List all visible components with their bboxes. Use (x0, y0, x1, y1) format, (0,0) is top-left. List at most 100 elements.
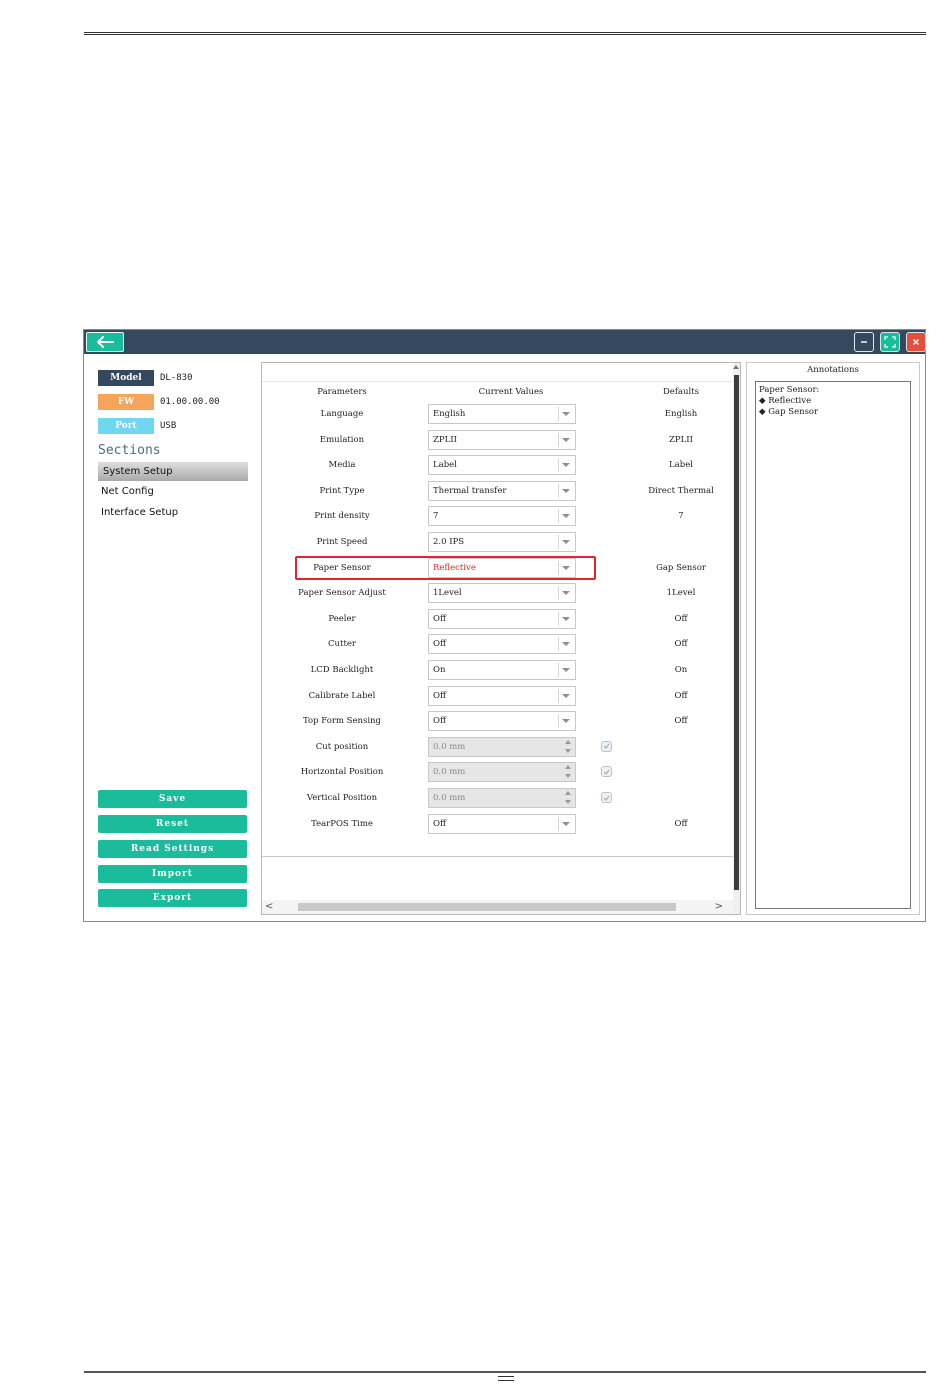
param-label: Cut position (315, 741, 369, 752)
dropdown-select[interactable]: English (428, 404, 576, 424)
import-button[interactable]: Import (98, 865, 247, 883)
spinbox[interactable]: 0.0 mm (428, 736, 576, 757)
dropdown-select[interactable]: 1Level (428, 583, 576, 604)
current-value: Thermal transfer (433, 485, 507, 496)
dropdown-divider (558, 714, 559, 729)
chevron-down-icon[interactable] (562, 437, 570, 442)
model-value: DL-830 (160, 373, 193, 383)
default-value: Off (674, 639, 688, 650)
spin-up-icon[interactable] (565, 739, 571, 744)
chevron-down-icon[interactable] (562, 821, 570, 826)
save-button[interactable]: Save (98, 790, 247, 808)
dropdown-select[interactable]: Off (428, 813, 576, 834)
footer-divider (262, 856, 733, 857)
spin-down-icon[interactable] (565, 748, 571, 753)
current-value: 2.0 IPS (433, 537, 465, 547)
spin-down-icon[interactable] (565, 800, 571, 804)
chevron-down-icon[interactable] (562, 540, 570, 544)
annotations-title: Annotations (807, 365, 859, 375)
param-label: TearPOS Time (311, 818, 373, 829)
page-footer-rule (84, 1371, 926, 1374)
current-value: Label (433, 460, 457, 471)
maximize-icon (884, 336, 896, 348)
dropdown-select[interactable]: On (428, 660, 576, 680)
fw-row: FW 01.00.00.00 (98, 394, 220, 410)
chevron-down-icon[interactable] (562, 719, 570, 724)
enable-checkbox[interactable] (601, 766, 612, 778)
param-label: Peeler (328, 613, 356, 624)
default-value (628, 787, 734, 809)
vertical-scrollbar[interactable] (733, 363, 740, 914)
table-row: Vertical Position 0.0 mm (262, 787, 733, 809)
model-tag: Model (98, 370, 154, 386)
chevron-down-icon[interactable] (562, 488, 570, 493)
header-divider (262, 381, 733, 382)
table-row: TearPOS Time Off Off (262, 813, 733, 835)
spin-down-icon[interactable] (565, 774, 571, 779)
dropdown-divider (558, 688, 559, 703)
scroll-up-icon[interactable] (733, 365, 739, 369)
param-label: Horizontal Position (300, 767, 384, 778)
dropdown-divider (558, 483, 559, 498)
enable-checkbox[interactable] (601, 740, 612, 752)
chevron-down-icon[interactable] (562, 514, 570, 519)
current-value: On (433, 665, 446, 675)
dropdown-select[interactable]: Off (428, 634, 576, 655)
dropdown-select[interactable]: Off (428, 711, 576, 732)
param-label: Language (320, 409, 364, 419)
spinbox[interactable]: 0.0 mm (428, 762, 576, 783)
read-settings-button[interactable]: Read Settings (98, 840, 247, 858)
arrow-left-icon (97, 336, 114, 348)
dropdown-select[interactable]: Thermal transfer (428, 480, 576, 501)
chevron-down-icon[interactable] (562, 412, 570, 416)
dropdown-select[interactable]: 7 (428, 506, 576, 527)
table-row: Cutter Off Off (262, 633, 733, 655)
dropdown-select[interactable]: 2.0 IPS (428, 532, 576, 552)
chevron-down-icon[interactable] (562, 668, 570, 672)
close-button[interactable] (906, 332, 926, 352)
printer-config-window: Model DL-830 FW 01.00.00.00 Port USB Sec… (83, 329, 926, 922)
title-bar (84, 330, 926, 354)
scroll-right-icon[interactable]: > (715, 901, 723, 912)
back-button[interactable] (86, 332, 124, 352)
param-label: Media (328, 460, 356, 471)
param-label: Print density (314, 511, 370, 522)
spin-up-icon[interactable] (565, 791, 571, 795)
vertical-scroll-thumb[interactable] (734, 375, 739, 890)
table-row: Media Label Label (262, 454, 733, 476)
port-tag: Port (98, 418, 154, 434)
dropdown-select[interactable]: Label (428, 455, 576, 476)
horizontal-scrollbar[interactable]: < > (262, 900, 733, 914)
checkmark-icon (603, 795, 610, 801)
chevron-down-icon[interactable] (562, 616, 570, 621)
annotation-line: ◆ Reflective (759, 396, 812, 406)
scroll-left-icon[interactable]: < (265, 901, 273, 912)
dropdown-select[interactable]: Off (428, 685, 576, 706)
chevron-down-icon[interactable] (562, 642, 570, 647)
current-value: ZPLII (433, 434, 457, 445)
chevron-down-icon[interactable] (562, 693, 570, 698)
sections-title: Sections (98, 443, 161, 458)
chevron-down-icon[interactable] (562, 591, 570, 596)
dropdown-divider (558, 407, 559, 421)
dropdown-select[interactable]: Off (428, 608, 576, 629)
export-button[interactable]: Export (98, 889, 247, 907)
annotation-line: Paper Sensor: (759, 385, 820, 395)
dropdown-divider (558, 432, 559, 447)
horizontal-scroll-thumb[interactable] (298, 903, 676, 911)
default-value: Off (674, 818, 688, 829)
maximize-button[interactable] (880, 332, 900, 352)
param-label: Emulation (319, 434, 365, 445)
section-interface-setup[interactable]: Interface Setup (98, 503, 248, 522)
enable-checkbox[interactable] (601, 792, 612, 803)
dropdown-select[interactable]: ZPLII (428, 429, 576, 450)
spinbox[interactable]: 0.0 mm (428, 788, 576, 808)
chevron-down-icon[interactable] (562, 463, 570, 468)
reset-button[interactable]: Reset (98, 815, 247, 833)
spin-up-icon[interactable] (565, 765, 571, 770)
table-row: Horizontal Position 0.0 mm (262, 761, 733, 783)
section-net-config[interactable]: Net Config (98, 482, 248, 501)
minimize-button[interactable] (854, 332, 874, 352)
param-label: Cutter (328, 639, 356, 650)
section-system-setup[interactable]: System Setup (98, 462, 248, 481)
